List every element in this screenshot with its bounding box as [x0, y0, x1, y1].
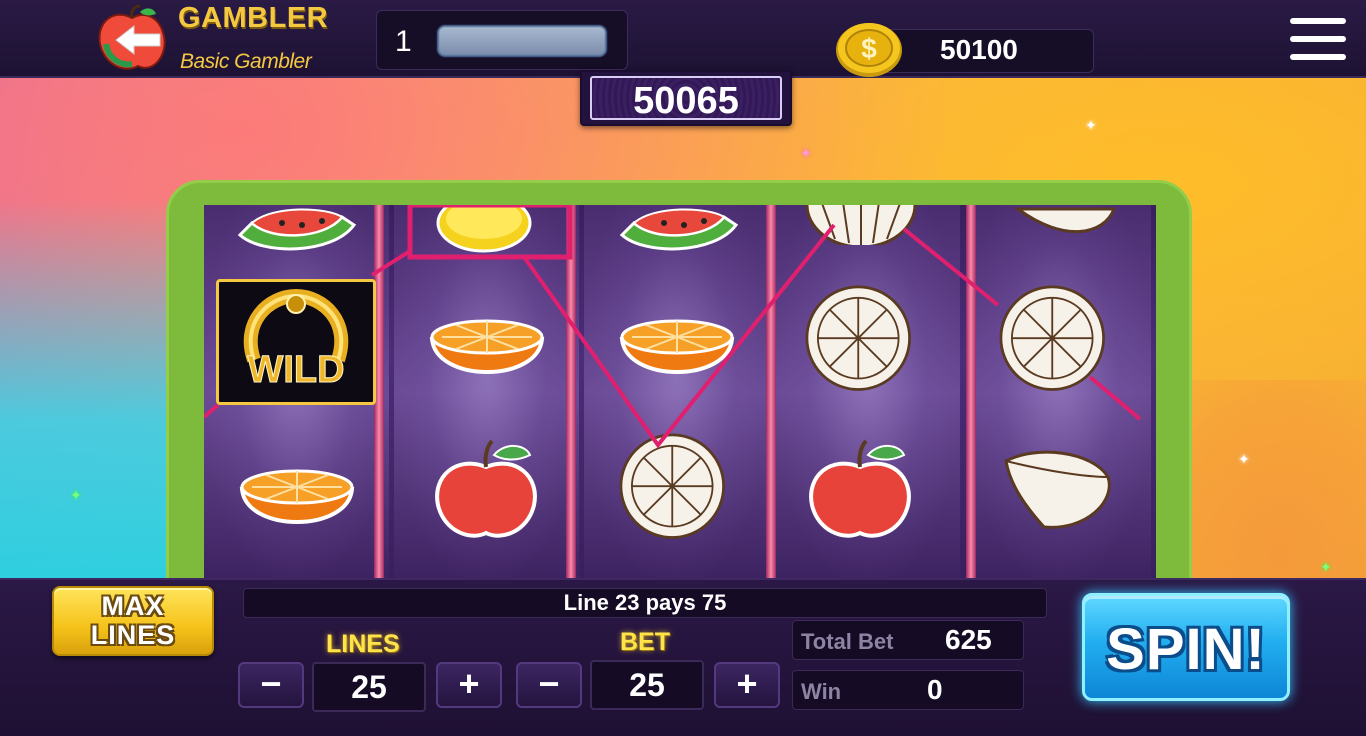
bet-label: BET: [620, 628, 670, 656]
back-button[interactable]: [94, 4, 168, 74]
watermelon-icon: [237, 208, 357, 251]
reel-divider: [566, 205, 576, 580]
sparkle-icon: ✦: [1238, 451, 1250, 467]
win-display-value: 50065: [633, 80, 739, 122]
orange-half-icon: [619, 319, 735, 374]
reel-divider: [766, 205, 776, 580]
lemon-icon: [436, 205, 532, 253]
player-rank: Basic Gambler: [180, 50, 312, 73]
xp-progress-fill: [439, 27, 605, 55]
sparkle-icon: ✦: [70, 487, 82, 503]
apple-icon: [435, 439, 537, 538]
watermelon-icon: [619, 208, 739, 251]
total-bet-value: 625: [945, 624, 992, 655]
max-lines-label: MAX: [101, 591, 165, 621]
sparkle-icon: ✦: [1320, 559, 1332, 575]
back-arrow-icon: [98, 4, 166, 70]
player-level: 1: [395, 25, 412, 58]
max-lines-label: LINES: [90, 620, 176, 650]
lines-value: 25: [312, 662, 426, 712]
lemon-wedge-icon: [1004, 450, 1111, 529]
bet-decrease-button[interactable]: −: [516, 662, 582, 708]
win-display: 50065: [580, 70, 792, 126]
spin-label: SPIN!: [1106, 617, 1266, 682]
reel-divider: [966, 205, 976, 580]
orange-half-icon: [239, 469, 355, 524]
orange-slice-icon: [999, 285, 1105, 391]
bet-value: 25: [590, 660, 704, 710]
lemon-wedge-icon: [1013, 207, 1117, 233]
svg-text:$: $: [861, 33, 877, 64]
win-box: Win 0: [792, 670, 1024, 710]
menu-icon-bar: [1290, 36, 1346, 42]
lines-increase-button[interactable]: +: [436, 662, 502, 708]
menu-icon-bar: [1290, 54, 1346, 60]
win-label: Win: [801, 679, 842, 704]
svg-text:WILD: WILD: [247, 349, 344, 391]
sparkle-icon: ✦: [800, 145, 812, 161]
sparkle-icon: ✦: [1085, 117, 1097, 133]
wild-symbol-frame: WILD: [216, 279, 376, 405]
total-bet-box: Total Bet 625: [792, 620, 1024, 660]
menu-button[interactable]: [1290, 18, 1346, 62]
app-title: GAMBLER: [178, 2, 329, 34]
max-lines-button[interactable]: MAX LINES: [52, 586, 214, 656]
coin-balance: 50100: [940, 34, 1018, 65]
orange-slice-icon: [619, 433, 725, 539]
win-display-inner: 50065: [590, 76, 782, 122]
lines-decrease-button[interactable]: −: [238, 662, 304, 708]
reels-area: WILD: [204, 205, 1156, 580]
xp-progress-bar: [437, 25, 607, 57]
bet-increase-button[interactable]: +: [714, 662, 780, 708]
apple-icon: [809, 439, 911, 538]
wild-icon: WILD: [243, 288, 349, 392]
onion-icon: [805, 205, 917, 245]
spin-button[interactable]: SPIN!: [1082, 593, 1290, 701]
lines-label: LINES: [326, 630, 400, 658]
win-value: 0: [927, 674, 943, 705]
level-panel: 1: [376, 10, 628, 70]
top-bar: GAMBLER Basic Gambler 1 $ 50100: [0, 0, 1366, 78]
coin-icon: $: [836, 23, 902, 77]
message-bar: Line 23 pays 75: [243, 588, 1047, 618]
menu-icon: [1290, 18, 1346, 24]
orange-half-icon: [429, 319, 545, 374]
total-bet-label: Total Bet: [801, 629, 894, 654]
orange-slice-icon: [805, 285, 911, 391]
